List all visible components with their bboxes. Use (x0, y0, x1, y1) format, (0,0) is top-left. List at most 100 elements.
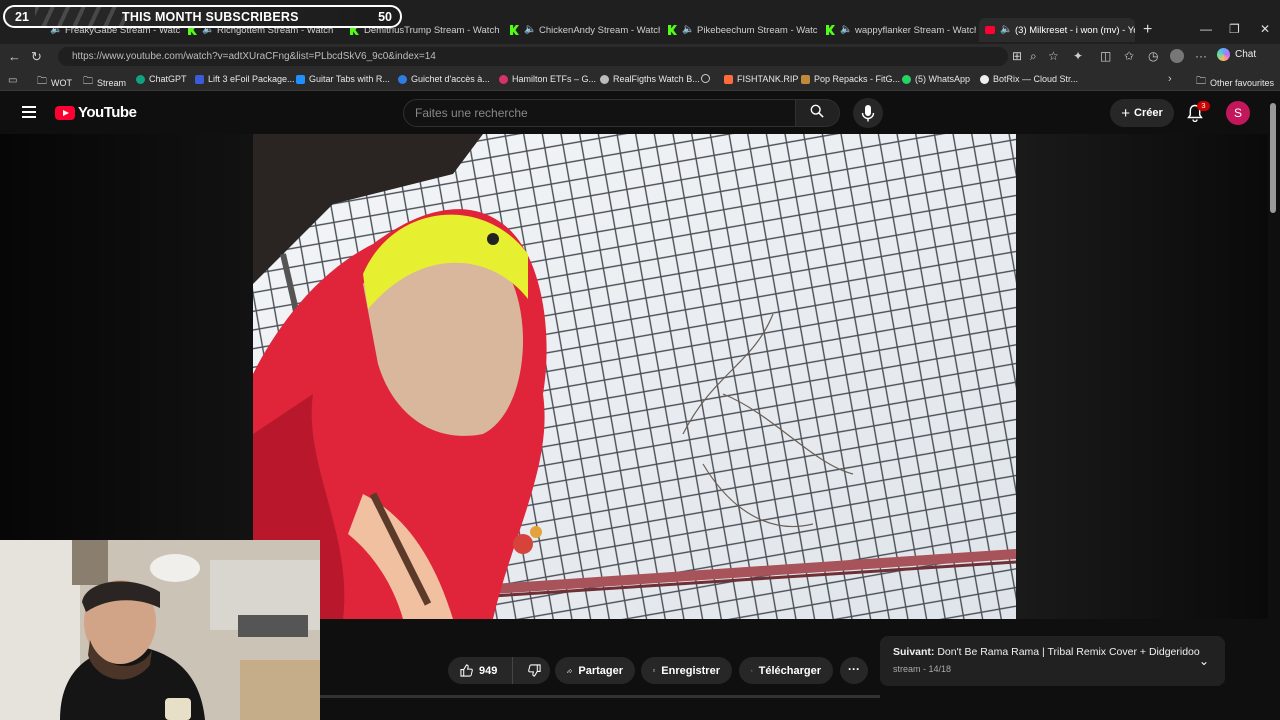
create-button[interactable]: + Créer (1110, 99, 1174, 127)
window-close-icon[interactable]: ✕ (1260, 22, 1270, 36)
bookmark[interactable]: RealFigths Watch B... (600, 74, 700, 84)
chat-label: Chat (1235, 49, 1257, 60)
bookmark[interactable]: Pop Repacks - FitG... (801, 74, 900, 84)
like-count: 949 (479, 664, 498, 677)
webcam-overlay (0, 540, 320, 720)
address-bar[interactable]: https://www.youtube.com/watch?v=adtXUraC… (58, 47, 1008, 66)
avatar[interactable]: S (1226, 101, 1250, 125)
speaker-icon: 🔈 (840, 24, 853, 35)
copilot-chat-button[interactable]: Chat (1217, 48, 1256, 61)
bookmark[interactable]: (5) WhatsApp (902, 74, 970, 84)
download-label: Télécharger (758, 664, 821, 677)
tab-title: wappyflanker Stream - Watch (855, 24, 976, 36)
bookmark[interactable]: ChatGPT (136, 74, 187, 84)
download-icon (751, 669, 753, 672)
bookmark[interactable]: BotRix — Cloud Str... (980, 74, 1078, 84)
bookmark[interactable]: Guichet d'accès à... (398, 74, 490, 84)
bookmark-folder[interactable]: 🗀 Stream (83, 74, 126, 91)
bookmark[interactable]: Guitar Tabs with R... (296, 74, 390, 84)
youtube-logo[interactable]: YouTube (55, 104, 137, 121)
like-button[interactable]: 949 (448, 657, 513, 684)
browser-tab[interactable]: 🔈 Pikebeechum Stream - Watch ✕ (668, 18, 818, 42)
menu-icon[interactable] (22, 106, 36, 118)
like-dislike-group: 949 (448, 657, 550, 684)
minimize-icon[interactable]: — (1200, 22, 1212, 36)
kick-icon (826, 25, 835, 35)
speaker-icon: 🔈 (682, 24, 695, 35)
subscriber-goal-overlay: 21 THIS MONTH SUBSCRIBERS 50 (3, 5, 402, 28)
thumbs-up-icon (460, 664, 473, 677)
browser-tab[interactable]: 🔈 wappyflanker Stream - Watch ✕ (826, 18, 976, 42)
download-button[interactable]: Télécharger (739, 657, 833, 684)
chevron-down-icon[interactable]: ⌄ (1199, 654, 1209, 668)
scrollbar-thumb[interactable] (1270, 103, 1276, 213)
voice-search-button[interactable] (853, 98, 883, 128)
search-input[interactable]: Faites une recherche (403, 99, 796, 127)
split-screen-icon[interactable]: ◫ (1100, 49, 1111, 63)
profile-icon[interactable] (1170, 49, 1184, 63)
share-label: Partager (578, 664, 623, 677)
extensions-icon[interactable]: ✦ (1073, 49, 1083, 63)
video-scene-image (253, 134, 1016, 619)
restore-icon[interactable]: ❐ (1229, 22, 1240, 36)
browser-tab[interactable]: 🔈 ChickenAndy Stream - Watch ✕ (510, 18, 660, 42)
favorite-star-icon[interactable]: ☆ (1048, 49, 1059, 63)
url-text: https://www.youtube.com/watch?v=adtXUraC… (72, 51, 436, 62)
other-favourites[interactable]: 🗀 Other favourites (1196, 74, 1274, 91)
subscriber-count: 21 (15, 10, 29, 24)
overlay-stripes (35, 7, 125, 26)
bookmark[interactable]: FISHTANK.RIP (724, 74, 798, 84)
search-placeholder: Faites une recherche (415, 106, 528, 120)
dislike-button[interactable] (519, 657, 550, 684)
up-next-label: Suivant: (893, 646, 935, 658)
site-icon (980, 74, 989, 84)
globe-icon (701, 74, 710, 83)
app-available-icon[interactable]: ⊞ (1012, 49, 1022, 63)
search-icon[interactable] (810, 104, 824, 118)
new-tab-icon[interactable]: + (1143, 21, 1152, 39)
folder-icon: 🗀 (1196, 76, 1206, 87)
plus-icon: + (1121, 104, 1130, 122)
reading-list-icon[interactable]: ▭ (8, 75, 17, 86)
youtube-wordmark: YouTube (78, 104, 137, 121)
up-next-title-line[interactable]: Suivant: Don't Be Rama Rama | Tribal Rem… (893, 646, 1200, 658)
tab-title: (3) Milkreset - i won (mv) - Yo (1015, 24, 1135, 36)
chevron-right-icon[interactable]: › (1168, 73, 1172, 85)
share-button[interactable]: Partager (555, 657, 635, 684)
site-icon (499, 74, 508, 84)
bookmark[interactable] (701, 74, 714, 83)
youtube-play-icon (55, 105, 75, 120)
speaker-icon: 🔈 (1000, 24, 1013, 35)
save-button[interactable]: Enregistrer (641, 657, 732, 684)
microphone-icon (861, 105, 875, 122)
more-menu-icon[interactable]: ··· (1195, 49, 1207, 63)
site-icon (801, 74, 810, 84)
favorites-icon[interactable]: ✩ (1124, 49, 1134, 63)
ambient-right (1016, 134, 1268, 619)
subscriber-goal-target: 50 (378, 10, 392, 24)
whatsapp-icon (902, 74, 911, 84)
speaker-icon: 🔈 (524, 24, 537, 35)
bookmark-folder[interactable]: 🗀 WOT (37, 74, 72, 91)
site-icon (398, 74, 407, 84)
site-icon (724, 74, 733, 84)
kick-icon (668, 25, 677, 35)
history-icon[interactable]: ◷ (1148, 49, 1158, 63)
reload-icon[interactable]: ↻ (31, 49, 42, 65)
thumbs-down-icon (528, 664, 541, 677)
video-frame[interactable] (253, 134, 1016, 619)
folder-icon: 🗀 (37, 76, 47, 87)
zoom-icon[interactable]: ⌕ (1030, 49, 1037, 64)
up-next-meta: stream - 14/18 (893, 664, 952, 674)
share-arrow-icon (567, 668, 573, 673)
up-next-card[interactable] (880, 636, 1225, 686)
description-edge (320, 695, 880, 698)
browser-tab-active[interactable]: 🔈 (3) Milkreset - i won (mv) - Yo ✕ (979, 18, 1135, 42)
more-actions-icon[interactable]: ··· (840, 657, 868, 684)
chatgpt-icon (136, 74, 145, 84)
back-icon[interactable]: ← (8, 49, 21, 64)
bookmark[interactable]: Lift 3 eFoil Package... (195, 74, 295, 84)
save-label: Enregistrer (661, 664, 720, 677)
bookmark[interactable]: Hamilton ETFs – G... (499, 74, 596, 84)
wordpress-icon (600, 74, 609, 84)
